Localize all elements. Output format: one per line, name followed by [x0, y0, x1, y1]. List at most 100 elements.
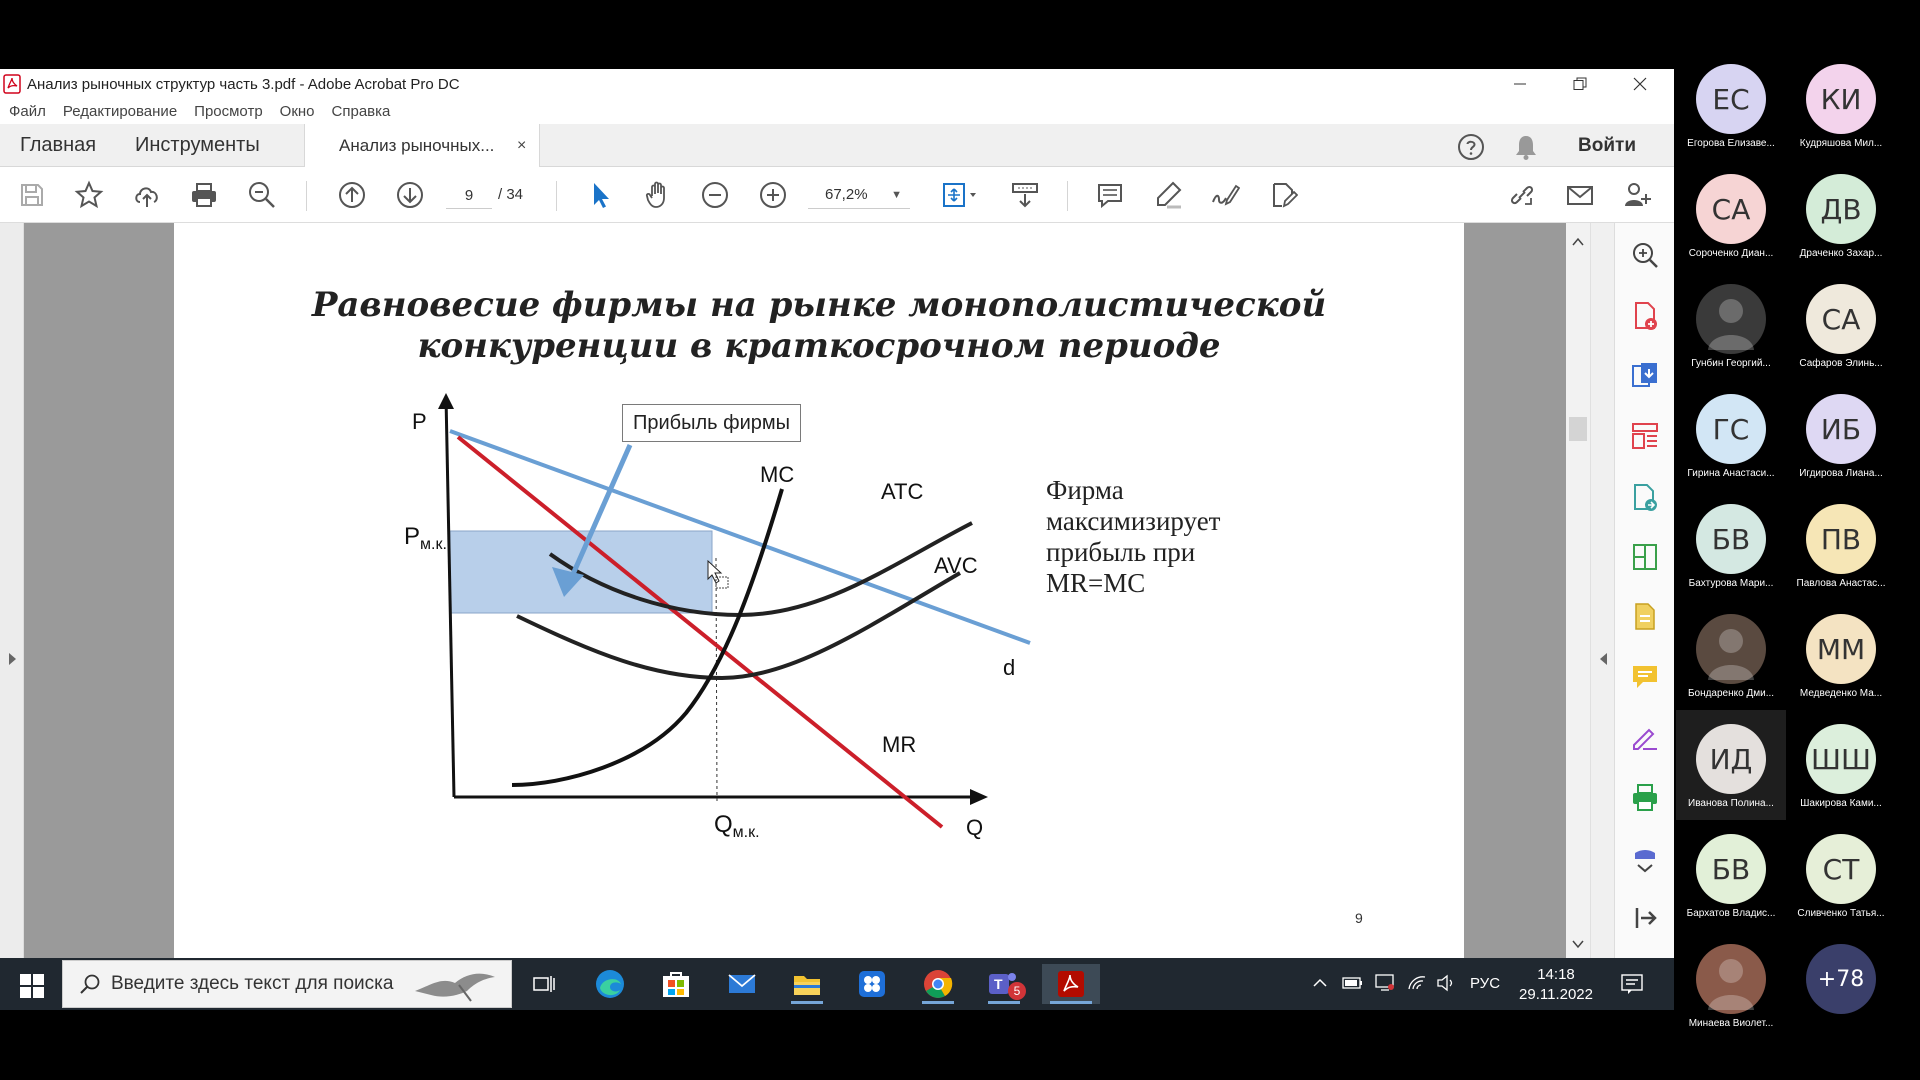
email-button[interactable] — [1563, 178, 1597, 212]
add-user-button[interactable] — [1620, 178, 1654, 212]
sign-in-button[interactable]: Войти — [1578, 124, 1636, 167]
participant-tile[interactable]: +78 — [1786, 930, 1896, 1040]
participant-tile[interactable]: Гунбин Георгий... — [1676, 270, 1786, 380]
menu-window[interactable]: Окно — [280, 103, 315, 120]
highlight-button[interactable] — [1151, 178, 1185, 212]
comment-tool-icon[interactable] — [1629, 661, 1661, 693]
share-link-button[interactable] — [1505, 178, 1539, 212]
participant-tile[interactable]: БВ Бахтурова Мари... — [1676, 490, 1786, 600]
tab-document[interactable]: Анализ рыночных... × — [304, 124, 540, 168]
tab-tools[interactable]: Инструменты — [135, 124, 260, 167]
participant-tile[interactable]: ШШ Шакирова Ками... — [1786, 710, 1896, 820]
teams-taskbar-button[interactable]: T 5 — [982, 964, 1026, 1004]
task-view-button[interactable] — [522, 964, 566, 1004]
export-pdf-icon[interactable] — [1629, 360, 1661, 392]
printer-icon — [192, 183, 216, 207]
previous-page-button[interactable] — [335, 178, 369, 212]
participant-tile[interactable]: БВ Бархатов Владис... — [1676, 820, 1786, 930]
fit-page-button[interactable] — [936, 178, 984, 212]
participant-tile[interactable]: ПВ Павлова Анастас... — [1786, 490, 1896, 600]
upload-button[interactable] — [130, 178, 164, 212]
language-indicator[interactable]: РУС — [1470, 975, 1500, 992]
left-panel-toggle[interactable] — [0, 223, 24, 958]
combine-files-icon[interactable] — [1629, 481, 1661, 513]
organize-pages-icon[interactable] — [1629, 420, 1661, 452]
menu-view[interactable]: Просмотр — [194, 103, 263, 120]
display-icon[interactable] — [1374, 973, 1396, 993]
select-tool-button[interactable] — [583, 178, 617, 212]
fill-sign-tool-icon[interactable] — [1629, 721, 1661, 753]
explorer-taskbar-button[interactable] — [785, 964, 829, 1004]
next-page-button[interactable] — [393, 178, 427, 212]
scroll-up-icon[interactable] — [1572, 237, 1584, 247]
comment-button[interactable] — [1093, 178, 1127, 212]
volume-icon[interactable] — [1436, 974, 1456, 992]
find-button[interactable] — [245, 178, 279, 212]
zoom-out-button[interactable] — [698, 178, 732, 212]
battery-icon[interactable] — [1342, 975, 1364, 991]
save-button[interactable] — [15, 178, 49, 212]
zoom-dropdown[interactable]: 67,2% ▼ — [808, 181, 910, 209]
teams-badge: 5 — [1008, 982, 1026, 1000]
mail-taskbar-button[interactable] — [720, 964, 764, 1004]
zoom-search-icon — [249, 182, 275, 208]
participant-tile[interactable]: ММ Медведенко Ма... — [1786, 600, 1896, 710]
create-pdf-icon[interactable] — [1629, 300, 1661, 332]
participant-tile[interactable]: ЕС Егорова Елизаве... — [1676, 50, 1786, 160]
close-icon — [1633, 77, 1647, 91]
sign-button[interactable] — [1208, 178, 1242, 212]
collapse-pane-icon[interactable] — [1629, 902, 1661, 934]
menu-file[interactable]: Файл — [9, 103, 46, 120]
compress-icon[interactable] — [1629, 541, 1661, 573]
tab-close-icon[interactable]: × — [517, 124, 526, 167]
clock[interactable]: 14:18 29.11.2022 — [1506, 965, 1606, 1005]
participant-tile[interactable]: Бондаренко Дми... — [1676, 600, 1786, 710]
minimize-button[interactable] — [1490, 69, 1550, 99]
scrollbar-thumb[interactable] — [1569, 417, 1587, 441]
tab-home[interactable]: Главная — [20, 124, 96, 167]
participant-name: Бондаренко Дми... — [1687, 688, 1775, 699]
scroll-down-icon[interactable] — [1572, 939, 1584, 949]
participant-tile[interactable]: ИД Иванова Полина... — [1676, 710, 1786, 820]
participant-tile[interactable]: КИ Кудряшова Мил... — [1786, 50, 1896, 160]
print-button[interactable] — [187, 178, 221, 212]
notification-center-icon[interactable] — [1620, 972, 1644, 996]
store-taskbar-button[interactable] — [654, 964, 698, 1004]
page-number-input[interactable] — [446, 182, 492, 209]
participant-tile[interactable]: Минаева Виолет... — [1676, 930, 1786, 1040]
participant-tile[interactable]: ГС Гирина Анастаси... — [1676, 380, 1786, 490]
right-panel-toggle[interactable] — [1590, 223, 1614, 958]
chrome-taskbar-button[interactable] — [916, 964, 960, 1004]
vertical-scrollbar[interactable] — [1566, 223, 1590, 958]
participant-tile[interactable]: СА Сафаров Элинь... — [1786, 270, 1896, 380]
avatar: ЕС — [1696, 64, 1766, 134]
menu-help[interactable]: Справка — [332, 103, 391, 120]
participant-tile[interactable]: СА Сороченко Диан... — [1676, 160, 1786, 270]
protect-icon[interactable] — [1629, 843, 1661, 875]
tray-chevron-up-icon[interactable] — [1312, 976, 1328, 990]
close-window-button[interactable] — [1610, 69, 1670, 99]
hand-tool-button[interactable] — [641, 178, 675, 212]
print-production-icon[interactable] — [1629, 782, 1661, 814]
acrobat-taskbar-button[interactable] — [1042, 964, 1100, 1004]
taskbar-search-box[interactable]: Введите здесь текст для поиска — [62, 960, 512, 1008]
participant-name: Иванова Полина... — [1688, 798, 1774, 809]
participant-tile[interactable]: ИБ Игдирова Лиана... — [1786, 380, 1896, 490]
notifications-bell-icon[interactable] — [1513, 133, 1539, 161]
fill-sign-button[interactable] — [1266, 178, 1300, 212]
bookmark-button[interactable] — [72, 178, 106, 212]
edge-taskbar-button[interactable] — [588, 964, 632, 1004]
participant-tile[interactable]: ДВ Драченко Захар... — [1786, 160, 1896, 270]
scroll-mode-button[interactable] — [1008, 178, 1042, 212]
help-icon[interactable] — [1457, 133, 1485, 161]
app-taskbar-button[interactable] — [850, 964, 894, 1004]
fit-page-icon — [943, 183, 976, 207]
zoom-tool-icon[interactable] — [1629, 239, 1661, 271]
wifi-icon[interactable] — [1406, 973, 1428, 993]
windows-start-icon[interactable] — [20, 974, 44, 998]
edit-pdf-icon[interactable] — [1629, 601, 1661, 633]
participant-tile[interactable]: СТ Сливченко Татья... — [1786, 820, 1896, 930]
zoom-in-button[interactable] — [756, 178, 790, 212]
menu-edit[interactable]: Редактирование — [63, 103, 177, 120]
restore-button[interactable] — [1550, 69, 1610, 99]
